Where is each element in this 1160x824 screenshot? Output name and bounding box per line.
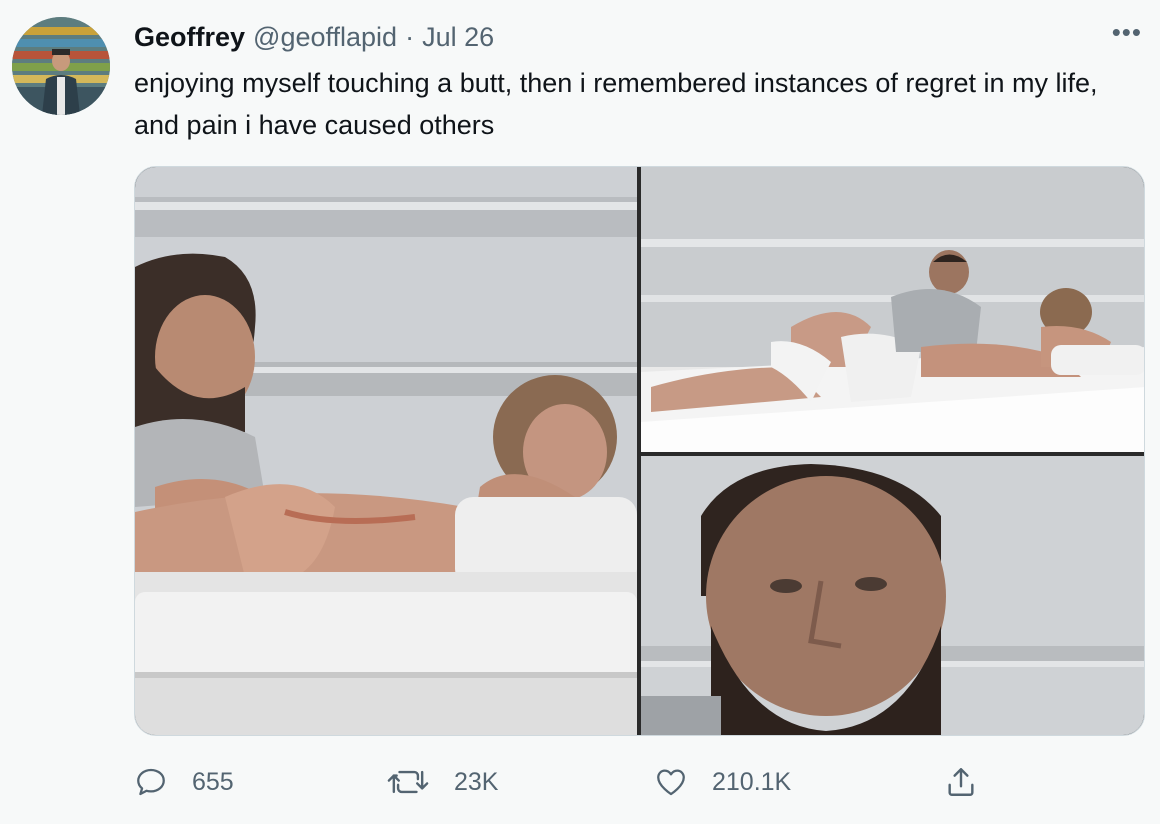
- tweet-actions: 655 23K 210.1K: [134, 760, 994, 804]
- header-separator: ·: [405, 22, 415, 52]
- display-name[interactable]: Geoffrey: [134, 22, 245, 53]
- tweet-header: Geoffrey @geofflapid · Jul 26: [134, 22, 494, 58]
- reply-icon: [137, 768, 165, 796]
- reply-count: 655: [192, 767, 234, 796]
- retweet-icon: [387, 770, 429, 794]
- user-handle[interactable]: @geofflapid: [253, 22, 397, 53]
- avatar[interactable]: [12, 17, 110, 115]
- photo-couple-on-yacht-wide[interactable]: [641, 167, 1144, 452]
- share-icon: [948, 768, 974, 796]
- more-dots-icon[interactable]: •••: [1112, 19, 1142, 45]
- retweet-button[interactable]: 23K: [386, 760, 498, 804]
- tweet: Geoffrey @geofflapid · Jul 26 ••• enjoyi…: [0, 0, 1160, 824]
- reply-button[interactable]: 655: [134, 760, 234, 804]
- like-count: 210.1K: [712, 767, 792, 796]
- avatar-image: [12, 17, 110, 115]
- media-grid: [134, 166, 1145, 736]
- share-button[interactable]: [944, 760, 1002, 804]
- photo-man-face-closeup[interactable]: [641, 456, 1144, 735]
- like-button[interactable]: 210.1K: [654, 760, 791, 804]
- photo-couple-on-yacht-closeup[interactable]: [135, 167, 637, 735]
- retweet-count: 23K: [454, 767, 499, 796]
- tweet-date[interactable]: Jul 26: [422, 22, 494, 53]
- tweet-text: enjoying myself touching a butt, then i …: [134, 68, 1098, 140]
- heart-icon: [657, 769, 685, 796]
